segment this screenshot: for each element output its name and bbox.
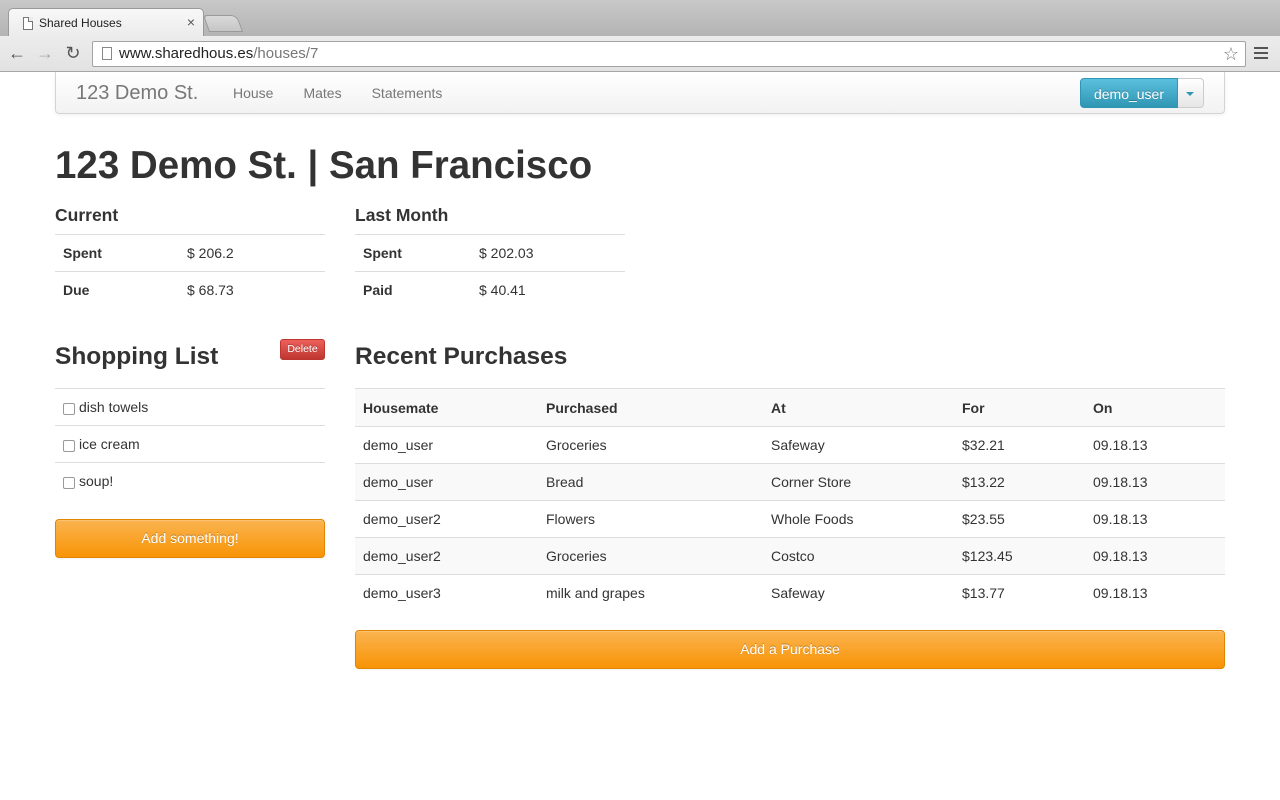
table-row: demo_user2 Groceries Costco $123.45 09.1… (355, 537, 1225, 575)
table-row: demo_user2 Flowers Whole Foods $23.55 09… (355, 500, 1225, 538)
at-cell: Costco (763, 537, 954, 575)
current-row-spent: Spent $ 206.2 (55, 234, 325, 272)
current-table: Spent $ 206.2 Due $ 68.73 (55, 234, 325, 309)
column-header: At (763, 388, 954, 427)
current-label: Due (55, 271, 179, 309)
nav-links: House Mates Statements (218, 72, 457, 114)
table-header-row: Housemate Purchased At For On (355, 388, 1225, 427)
recent-purchases-heading: Recent Purchases (355, 343, 568, 370)
column-header: Housemate (355, 388, 538, 427)
last-month-row-spent: Spent $ 202.03 (355, 234, 625, 272)
user-dropdown: demo_user (1079, 78, 1204, 108)
purchased-cell: Flowers (538, 500, 763, 538)
on-cell: 09.18.13 (1085, 463, 1225, 501)
last-month-table: Spent $ 202.03 Paid $ 40.41 (355, 234, 625, 309)
shopping-list: dish towels ice cream soup! (55, 388, 325, 499)
at-cell: Corner Store (763, 463, 954, 501)
list-item: dish towels (55, 388, 325, 425)
table-row: demo_user Bread Corner Store $13.22 09.1… (355, 463, 1225, 501)
user-dropdown-toggle[interactable] (1178, 78, 1204, 108)
forward-arrow-icon[interactable]: → (34, 42, 56, 64)
current-label: Spent (55, 234, 179, 272)
last-month-label: Spent (355, 234, 471, 272)
browser-tabstrip: Shared Houses × (0, 0, 1280, 36)
purchased-cell: Bread (538, 463, 763, 501)
housemate-cell: demo_user2 (355, 537, 538, 575)
menu-icon[interactable] (1254, 47, 1268, 59)
browser-toolbar: ← → ↻ www.sharedhous.es/houses/7 ☆ (0, 36, 1280, 72)
purchased-cell: milk and grapes (538, 574, 763, 612)
shopping-list-heading: Shopping List (55, 343, 219, 370)
purchases-table: Housemate Purchased At For On demo_user … (355, 388, 1225, 612)
reload-icon[interactable]: ↻ (62, 42, 84, 64)
url-text: www.sharedhous.es/houses/7 (119, 45, 319, 62)
document-icon (23, 17, 33, 30)
column-header: For (954, 388, 1085, 427)
delete-button[interactable]: Delete (280, 339, 325, 360)
on-cell: 09.18.13 (1085, 574, 1225, 612)
last-month-row-paid: Paid $ 40.41 (355, 271, 625, 309)
housemate-cell: demo_user (355, 463, 538, 501)
for-cell: $13.77 (954, 574, 1085, 612)
back-arrow-icon[interactable]: ← (6, 42, 28, 64)
housemate-cell: demo_user2 (355, 500, 538, 538)
for-cell: $123.45 (954, 537, 1085, 575)
page-title: 123 Demo St. | San Francisco (55, 144, 593, 187)
table-row: demo_user3 milk and grapes Safeway $13.7… (355, 574, 1225, 612)
current-value: $ 206.2 (179, 234, 325, 272)
for-cell: $23.55 (954, 500, 1085, 538)
housemate-cell: demo_user (355, 426, 538, 464)
purchased-cell: Groceries (538, 426, 763, 464)
item-label: soup! (79, 472, 114, 489)
item-label: ice cream (79, 435, 140, 452)
last-month-label: Paid (355, 271, 471, 309)
last-month-heading: Last Month (355, 205, 449, 225)
on-cell: 09.18.13 (1085, 500, 1225, 538)
nav-link-statements[interactable]: Statements (357, 72, 458, 114)
nav-link-house[interactable]: House (218, 72, 288, 114)
nav-link-mates[interactable]: Mates (288, 72, 356, 114)
star-icon[interactable]: ☆ (1223, 42, 1239, 66)
last-month-value: $ 202.03 (471, 234, 625, 272)
tab-title: Shared Houses (39, 16, 122, 30)
at-cell: Safeway (763, 574, 954, 612)
on-cell: 09.18.13 (1085, 537, 1225, 575)
current-heading: Current (55, 205, 119, 225)
add-purchase-button[interactable]: Add a Purchase (355, 630, 1225, 669)
table-row: demo_user Groceries Safeway $32.21 09.18… (355, 426, 1225, 464)
site-navbar: 123 Demo St. House Mates Statements demo… (55, 72, 1225, 114)
for-cell: $32.21 (954, 426, 1085, 464)
list-item: ice cream (55, 425, 325, 462)
on-cell: 09.18.13 (1085, 426, 1225, 464)
address-bar[interactable]: www.sharedhous.es/houses/7 ☆ (92, 41, 1246, 67)
page-icon (102, 47, 112, 60)
close-icon[interactable]: × (187, 14, 195, 30)
browser-tab[interactable]: Shared Houses × (8, 8, 204, 36)
at-cell: Whole Foods (763, 500, 954, 538)
item-checkbox[interactable] (63, 439, 75, 452)
column-header: Purchased (538, 388, 763, 427)
user-button[interactable]: demo_user (1079, 78, 1178, 108)
last-month-value: $ 40.41 (471, 271, 625, 309)
purchased-cell: Groceries (538, 537, 763, 575)
list-item: soup! (55, 462, 325, 499)
caret-down-icon (1186, 92, 1194, 96)
add-something-button[interactable]: Add something! (55, 519, 325, 558)
brand-link[interactable]: 123 Demo St. (76, 82, 198, 105)
item-checkbox[interactable] (63, 476, 75, 489)
item-checkbox[interactable] (63, 402, 75, 415)
column-header: On (1085, 388, 1225, 427)
for-cell: $13.22 (954, 463, 1085, 501)
housemate-cell: demo_user3 (355, 574, 538, 612)
new-tab-button[interactable] (202, 15, 244, 32)
at-cell: Safeway (763, 426, 954, 464)
item-label: dish towels (79, 398, 149, 415)
current-value: $ 68.73 (179, 271, 325, 309)
current-row-due: Due $ 68.73 (55, 271, 325, 309)
